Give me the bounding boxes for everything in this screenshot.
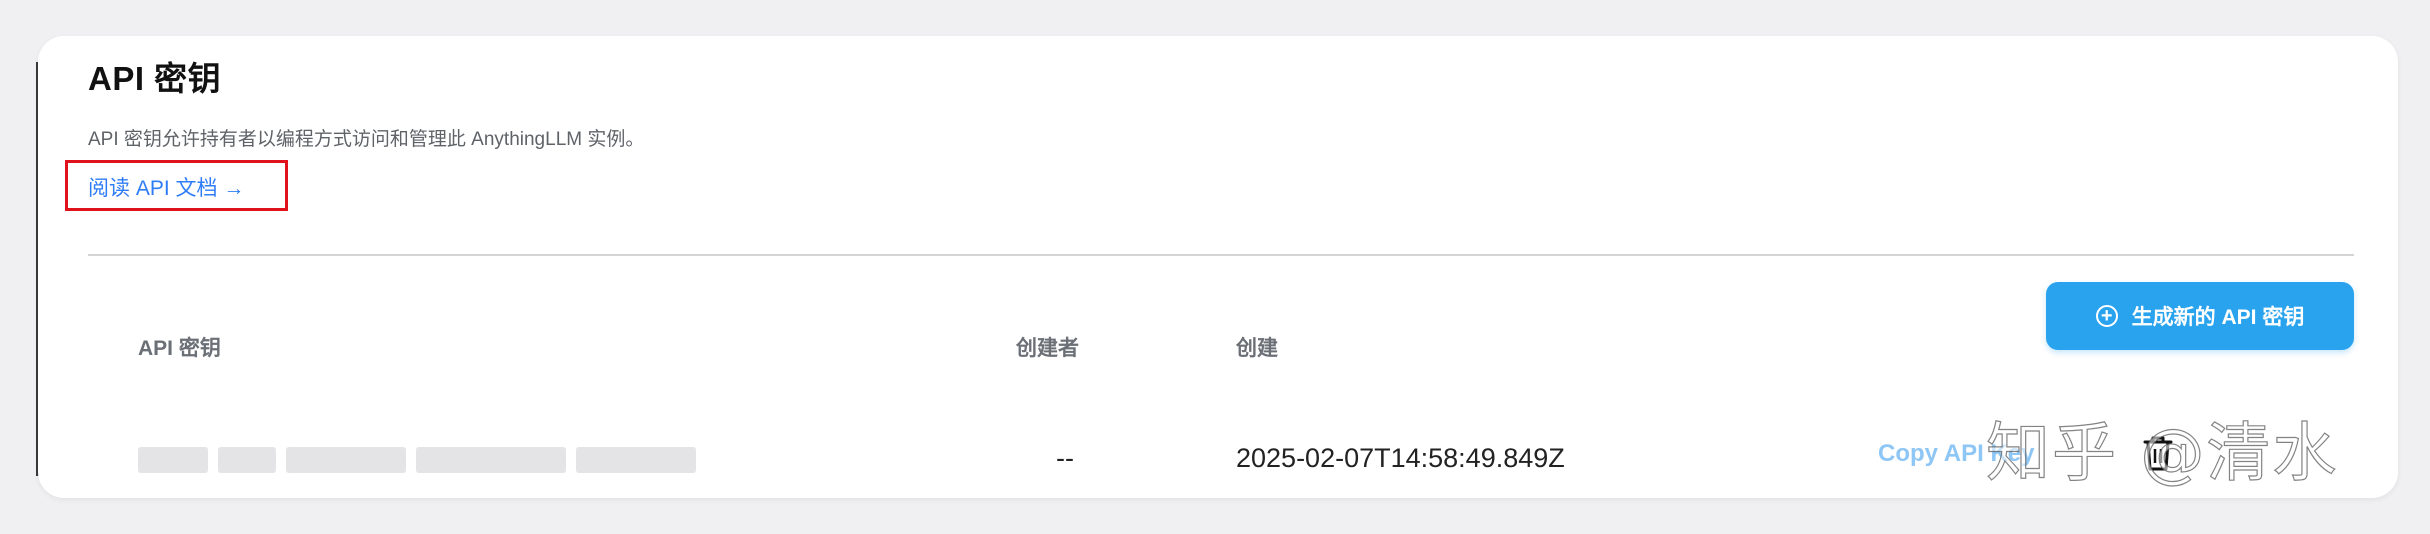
trash-icon[interactable]: [2142, 434, 2174, 472]
page-description: API 密钥允许持有者以编程方式访问和管理此 AnythingLLM 实例。: [88, 129, 645, 150]
copy-api-key-button[interactable]: Copy API Key: [1878, 440, 2034, 468]
masked-api-key: [138, 446, 738, 474]
generate-api-key-label: 生成新的 API 密钥: [2131, 306, 2305, 329]
api-keys-card: API 密钥 API 密钥允许持有者以编程方式访问和管理此 AnythingLL…: [38, 36, 2398, 498]
column-header-api-key: API 密钥: [138, 337, 221, 360]
column-header-created-by: 创建者: [1016, 337, 1079, 360]
created-date-cell: 2025-02-07T14:58:49.849Z: [1236, 443, 1565, 473]
page-title: API 密钥: [88, 60, 222, 97]
read-api-docs-link[interactable]: 阅读 API 文档 →: [88, 172, 244, 202]
plus-circle-icon: +: [2095, 305, 2118, 327]
section-divider: [88, 254, 2354, 256]
created-by-cell: --: [1056, 443, 1074, 473]
generate-api-key-button[interactable]: + 生成新的 API 密钥: [2046, 282, 2354, 350]
column-header-created: 创建: [1236, 337, 1278, 360]
